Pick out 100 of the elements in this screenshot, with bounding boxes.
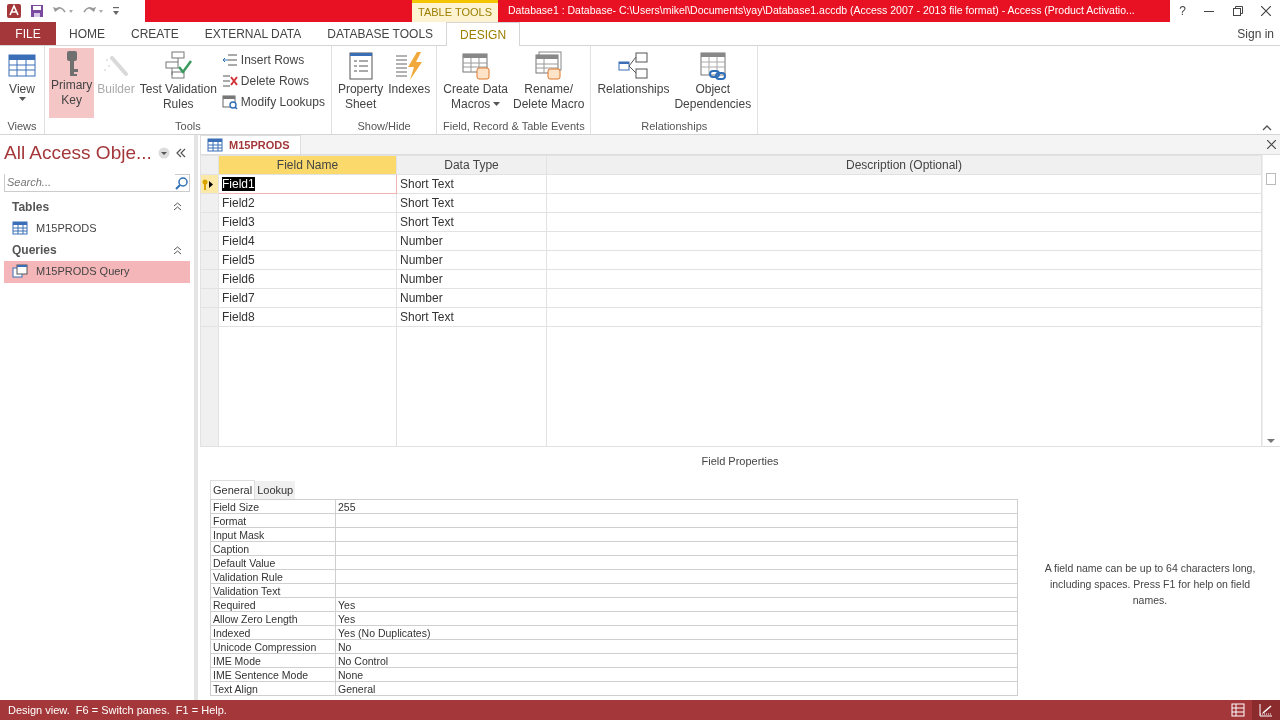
property-value[interactable]: Yes <box>335 597 1018 612</box>
vertical-scrollbar[interactable] <box>1262 155 1278 446</box>
scroll-down-icon[interactable] <box>1266 439 1275 444</box>
table-cell[interactable] <box>546 269 1262 289</box>
pane-title[interactable]: All Access Obje... <box>4 139 152 168</box>
group-label: Show/Hide <box>356 119 412 134</box>
view-button[interactable] <box>1252 700 1280 720</box>
table-cell[interactable] <box>546 193 1262 213</box>
restore-icon[interactable] <box>1232 6 1243 16</box>
table-cell[interactable]: Number <box>396 231 547 251</box>
table-cell[interactable]: Short Text <box>396 174 547 194</box>
lookup-table-icon <box>221 94 238 110</box>
property-value[interactable]: No <box>335 639 1018 654</box>
column-header[interactable]: Field Name <box>218 155 397 175</box>
collapse-ribbon-icon[interactable] <box>1262 124 1272 131</box>
section-header[interactable]: Tables <box>12 197 50 216</box>
ribbon-button[interactable]: Rename/ Delete Macro <box>511 48 587 118</box>
search-field[interactable]: Search... <box>4 173 190 192</box>
property-value[interactable] <box>335 541 1018 556</box>
table-cell[interactable]: Field8 <box>218 307 397 327</box>
ribbon-tab[interactable]: DESIGN <box>446 22 521 46</box>
search-icon[interactable] <box>175 175 189 190</box>
table-cell[interactable] <box>546 307 1262 327</box>
ribbon-button[interactable]: Property Sheet <box>335 48 386 118</box>
ribbon-tab[interactable]: EXTERNAL DATA <box>191 22 315 45</box>
table-cell[interactable]: Short Text <box>396 307 547 327</box>
table-cell[interactable] <box>546 250 1262 270</box>
property-label: Default Value <box>210 555 336 570</box>
property-value[interactable] <box>335 527 1018 542</box>
table-cell[interactable]: Short Text <box>396 212 547 232</box>
group-label: Views <box>6 119 38 134</box>
property-value[interactable]: 255 <box>335 499 1018 514</box>
table-cell[interactable]: Field2 <box>218 193 397 213</box>
collapse-section-icon[interactable] <box>173 245 182 255</box>
collapse-pane-icon[interactable] <box>175 148 186 159</box>
table-cell[interactable]: Number <box>396 288 547 308</box>
ribbon-button[interactable]: Modify Lookups <box>219 92 327 112</box>
table-cell[interactable] <box>546 231 1262 251</box>
property-value[interactable]: Yes <box>335 611 1018 626</box>
section-title: Field Properties <box>700 454 780 469</box>
table-cell[interactable]: Field6 <box>218 269 397 289</box>
property-label: Field Size <box>210 499 336 514</box>
property-value[interactable]: No Control <box>335 653 1018 668</box>
file-tab[interactable]: FILE <box>0 22 56 45</box>
ribbon-button[interactable]: Primary Key <box>49 48 95 118</box>
app-logo-icon[interactable] <box>6 3 22 19</box>
ribbon-button[interactable]: Object Dependencies <box>672 48 754 118</box>
table-cell[interactable] <box>546 288 1262 308</box>
table-cell[interactable] <box>546 212 1262 232</box>
macro-table-icon <box>459 50 492 82</box>
property-label: Indexed <box>210 625 336 640</box>
property-value[interactable] <box>335 583 1018 598</box>
close-document-icon[interactable] <box>1267 140 1276 149</box>
property-value[interactable]: None <box>335 667 1018 682</box>
column-header[interactable]: Description (Optional) <box>546 155 1262 175</box>
property-label: Validation Rule <box>210 569 336 584</box>
property-value[interactable] <box>335 569 1018 584</box>
query-icon <box>12 264 28 279</box>
sign-in-link[interactable]: Sign in <box>1237 22 1280 45</box>
ribbon-button[interactable]: Test Validation Rules <box>137 48 219 118</box>
ribbon-button[interactable]: View <box>4 48 40 118</box>
property-value[interactable] <box>335 513 1018 528</box>
customize-icon[interactable] <box>112 5 120 17</box>
property-value[interactable]: Yes (No Duplicates) <box>335 625 1018 640</box>
table-cell[interactable]: Field5 <box>218 250 397 270</box>
property-value[interactable] <box>335 555 1018 570</box>
table-icon <box>207 138 223 152</box>
ribbon-tab[interactable]: DATABASE TOOLS <box>314 22 447 45</box>
property-tab[interactable]: General <box>210 479 256 499</box>
property-value[interactable]: General <box>335 681 1018 696</box>
ribbon-button[interactable]: Delete Rows <box>219 71 327 91</box>
table-cell[interactable]: Field1 <box>218 174 397 194</box>
ribbon-tab[interactable]: CREATE <box>118 22 192 45</box>
table-cell[interactable]: Number <box>396 250 547 270</box>
document-tab[interactable]: M15PRODS <box>200 135 301 154</box>
table-cell[interactable]: Short Text <box>396 193 547 213</box>
help-button[interactable]: ? <box>1179 2 1186 20</box>
property-tab[interactable]: Lookup <box>255 480 296 499</box>
ribbon-tab[interactable]: HOME <box>56 22 118 45</box>
section-header[interactable]: Queries <box>12 241 57 259</box>
table-cell[interactable]: Field7 <box>218 288 397 308</box>
ribbon-button[interactable]: Insert Rows <box>219 50 327 70</box>
ribbon-button[interactable]: Create Data Macros <box>441 48 510 118</box>
column-header[interactable]: Data Type <box>396 155 547 175</box>
nav-item[interactable]: M15PRODS Query <box>4 261 190 283</box>
table-cell[interactable]: Field4 <box>218 231 397 251</box>
table-cell[interactable]: Field3 <box>218 212 397 232</box>
property-label: Required <box>210 597 336 612</box>
property-label: Allow Zero Length <box>210 611 336 626</box>
table-cell[interactable] <box>546 174 1262 194</box>
table-cell[interactable]: Number <box>396 269 547 289</box>
save-icon[interactable] <box>30 4 44 18</box>
scroll-thumb-icon[interactable] <box>1265 173 1276 185</box>
close-icon[interactable] <box>1260 6 1271 16</box>
dropdown-icon[interactable] <box>157 147 170 160</box>
ribbon-button[interactable]: Relationships <box>595 48 672 118</box>
ribbon-button[interactable]: Indexes <box>386 48 433 118</box>
property-label: IME Mode <box>210 653 336 668</box>
nav-item[interactable]: M15PRODS <box>4 217 190 239</box>
collapse-section-icon[interactable] <box>173 202 182 211</box>
